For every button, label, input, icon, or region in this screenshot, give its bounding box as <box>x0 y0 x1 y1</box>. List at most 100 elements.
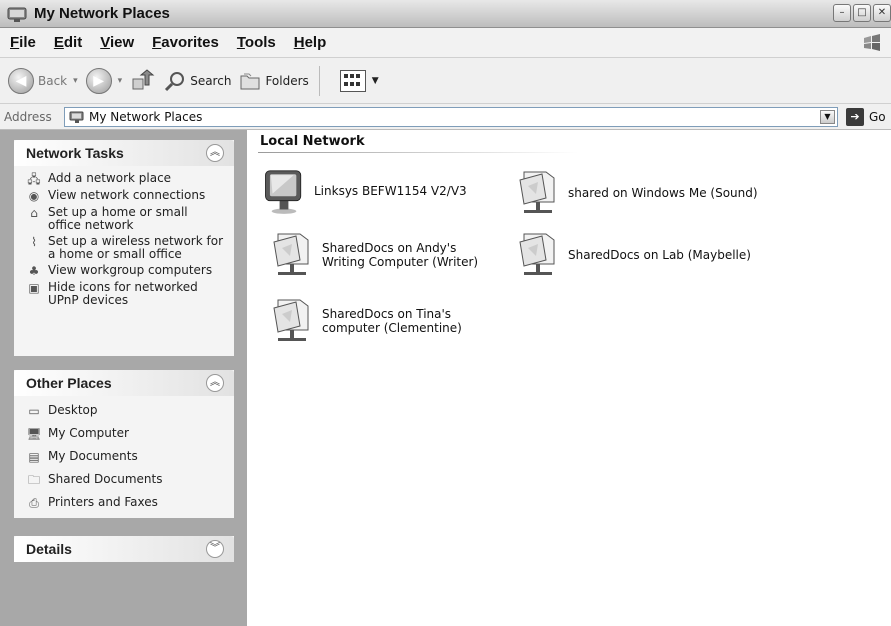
maximize-button[interactable]: □ <box>853 4 871 22</box>
wireless-network-icon: ⌇ <box>31 234 37 249</box>
task-label: Hide icons for networked UPnP devices <box>48 280 198 307</box>
home-network-icon: ⌂ <box>30 205 38 220</box>
printer-icon: ⎙ <box>29 495 39 510</box>
menu-bar: File Edit View Favorites Tools Help <box>0 28 891 58</box>
network-item-shareddocs-tina[interactable]: SharedDocs on Tina's computer (Clementin… <box>270 296 507 346</box>
network-tasks-panel: Network Tasks ︽ 🖧 Add a network place ◉ … <box>14 140 234 356</box>
my-documents-icon: ▤ <box>28 449 40 464</box>
group-divider <box>258 152 578 153</box>
other-places-panel: Other Places ︽ ▭ Desktop 🖥 My Computer ▤… <box>14 370 234 518</box>
folders-label: Folders <box>265 73 309 88</box>
details-title: Details <box>26 541 72 557</box>
details-header[interactable]: Details ︾ <box>14 536 234 562</box>
forward-arrow-icon: ▶ <box>85 67 112 94</box>
go-arrow-icon: ➔ <box>846 108 864 126</box>
address-label: Address <box>4 109 52 124</box>
network-places-icon <box>69 111 84 123</box>
computer-icon <box>265 170 302 214</box>
item-label: Linksys BEFW1154 V2/V3 <box>314 184 467 198</box>
network-item-shareddocs-andy[interactable]: SharedDocs on Andy's Writing Computer (W… <box>270 230 502 280</box>
details-panel: Details ︾ <box>14 536 234 562</box>
network-tasks-title: Network Tasks <box>26 145 124 161</box>
search-label: Search <box>190 73 232 88</box>
chevron-down-icon: ▾ <box>117 75 123 86</box>
network-tasks-header[interactable]: Network Tasks ︽ <box>14 140 234 166</box>
chevron-down-icon: ▼ <box>371 75 379 86</box>
address-dropdown-button[interactable]: ▼ <box>820 110 835 124</box>
place-printers-faxes[interactable]: ⎙ Printers and Faxes <box>26 496 226 510</box>
back-arrow-icon: ◀ <box>8 67 34 94</box>
back-button[interactable]: ◀ Back ▾ <box>8 67 78 94</box>
address-bar: Address My Network Places ▼ ➔ Go <box>0 104 891 130</box>
minimize-button[interactable]: – <box>833 4 851 22</box>
views-button[interactable]: ▼ <box>328 69 379 92</box>
menu-favorites[interactable]: Favorites <box>152 34 219 51</box>
place-my-documents[interactable]: ▤ My Documents <box>26 450 226 464</box>
task-view-workgroup[interactable]: ♣ View workgroup computers <box>26 264 226 278</box>
toolbar-separator <box>318 65 320 96</box>
task-hide-upnp[interactable]: ▣ Hide icons for networked UPnP devices <box>26 281 226 307</box>
menu-tools[interactable]: Tools <box>237 34 276 51</box>
place-label: My Computer <box>48 426 129 440</box>
item-label: SharedDocs on Tina's computer (Clementin… <box>322 307 462 335</box>
network-places-icon <box>6 5 28 23</box>
back-label: Back <box>38 73 68 88</box>
folder-icon: 🗀 <box>27 472 40 487</box>
task-setup-wireless-network[interactable]: ⌇ Set up a wireless network for a home o… <box>26 235 226 261</box>
desktop-icon: ▭ <box>28 403 40 418</box>
task-setup-home-network[interactable]: ⌂ Set up a home or small office network <box>26 206 226 232</box>
views-icon <box>339 69 366 92</box>
network-item-shared-windows-me[interactable]: shared on Windows Me (Sound) <box>516 168 758 218</box>
place-label: My Documents <box>48 449 138 463</box>
menu-edit[interactable]: Edit <box>54 34 82 51</box>
task-label: Set up a home or small office network <box>48 205 188 232</box>
item-label: shared on Windows Me (Sound) <box>568 186 758 200</box>
up-folder-icon <box>132 68 155 89</box>
go-button[interactable]: ➔ Go <box>846 108 886 126</box>
item-label: SharedDocs on Andy's Writing Computer (W… <box>322 241 479 269</box>
other-places-title: Other Places <box>26 375 112 391</box>
task-add-network-place[interactable]: 🖧 Add a network place <box>26 172 226 186</box>
up-folder-button[interactable] <box>130 68 156 93</box>
collapse-up-icon[interactable]: ︽ <box>206 374 224 392</box>
network-share-folder-icon <box>273 233 309 275</box>
menu-help[interactable]: Help <box>294 34 327 51</box>
go-label: Go <box>869 110 886 124</box>
network-share-folder-icon <box>519 171 555 213</box>
search-icon <box>165 71 185 91</box>
place-label: Desktop <box>48 403 98 417</box>
menu-file[interactable]: File <box>10 34 36 51</box>
item-label: SharedDocs on Lab (Maybelle) <box>568 248 751 262</box>
place-shared-documents[interactable]: 🗀 Shared Documents <box>26 473 226 487</box>
folders-icon <box>240 73 260 89</box>
other-places-header[interactable]: Other Places ︽ <box>14 370 234 396</box>
task-label: Add a network place <box>48 171 172 185</box>
windows-logo-icon <box>861 32 883 54</box>
network-item-shareddocs-lab[interactable]: SharedDocs on Lab (Maybelle) <box>516 230 751 280</box>
network-item-linksys[interactable]: Linksys BEFW1154 V2/V3 <box>262 166 467 216</box>
window-title: My Network Places <box>34 5 170 22</box>
upnp-device-icon: ▣ <box>28 280 40 295</box>
search-button[interactable]: Search <box>164 70 231 92</box>
task-label: View network connections <box>48 188 206 202</box>
task-label: View workgroup computers <box>48 263 213 277</box>
task-pane: Network Tasks ︽ 🖧 Add a network place ◉ … <box>0 130 247 626</box>
address-input[interactable]: My Network Places ▼ <box>64 107 838 127</box>
add-network-place-icon: 🖧 <box>27 171 41 186</box>
task-label: Set up a wireless network for a home or … <box>48 234 224 261</box>
group-title: Local Network <box>260 134 365 149</box>
collapse-up-icon[interactable]: ︽ <box>206 144 224 162</box>
forward-button[interactable]: ▶ ▾ <box>85 67 123 94</box>
network-connections-icon: ◉ <box>28 188 40 203</box>
folders-button[interactable]: Folders <box>239 71 309 91</box>
place-label: Printers and Faxes <box>48 495 158 509</box>
network-share-folder-icon <box>273 299 309 341</box>
expand-down-icon[interactable]: ︾ <box>206 540 224 558</box>
close-button[interactable]: ✕ <box>873 4 891 22</box>
place-my-computer[interactable]: 🖥 My Computer <box>26 427 226 441</box>
chevron-down-icon: ▾ <box>73 75 78 86</box>
network-share-folder-icon <box>519 233 555 275</box>
task-view-network-connections[interactable]: ◉ View network connections <box>26 189 226 203</box>
menu-view[interactable]: View <box>100 34 134 51</box>
place-desktop[interactable]: ▭ Desktop <box>26 404 226 418</box>
